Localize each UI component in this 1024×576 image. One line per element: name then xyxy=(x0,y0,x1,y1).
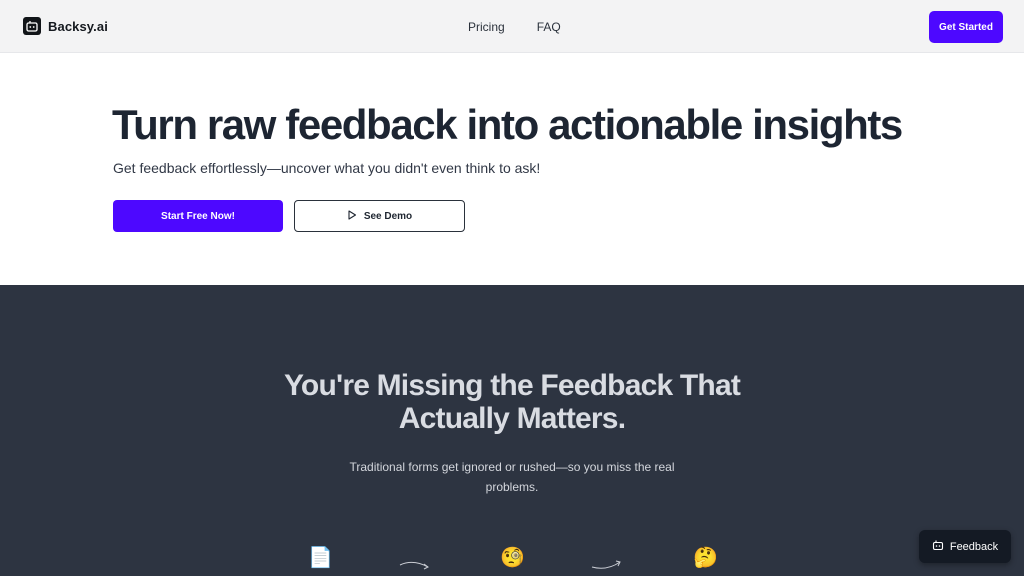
flow-illustration: 📄 🧐 🤔 xyxy=(0,546,1024,576)
problem-subtitle: Traditional forms get ignored or rushed—… xyxy=(332,457,692,497)
nav-link-faq[interactable]: FAQ xyxy=(537,20,561,34)
thinking-face-emoji: 🤔 xyxy=(693,545,718,569)
problem-section: You're Missing the Feedback That Actuall… xyxy=(0,285,1024,576)
hero-subtitle: Get feedback effortlessly—uncover what y… xyxy=(113,160,541,176)
problem-title-line1: You're Missing the Feedback That xyxy=(283,369,741,402)
play-icon xyxy=(347,209,357,223)
top-navbar: Backsy.ai Pricing FAQ Get Started xyxy=(0,0,1024,53)
get-started-button[interactable]: Get Started xyxy=(929,11,1003,43)
bot-logo-icon xyxy=(23,17,41,35)
problem-title: You're Missing the Feedback That Actuall… xyxy=(0,369,1024,435)
document-emoji: 📄 xyxy=(308,545,333,569)
see-demo-label: See Demo xyxy=(363,210,413,222)
brand[interactable]: Backsy.ai xyxy=(23,17,108,35)
main-nav: Pricing FAQ xyxy=(468,20,561,34)
problem-subtitle-line2: problems. xyxy=(485,480,539,494)
brand-name: Backsy.ai xyxy=(48,18,108,34)
feedback-widget-button[interactable]: Feedback xyxy=(919,530,1011,563)
problem-subtitle-line1: Traditional forms get ignored or rushed—… xyxy=(349,460,675,474)
curved-arrow-icon xyxy=(399,558,431,576)
see-demo-button[interactable]: See Demo xyxy=(294,200,465,232)
hero-title: Turn raw feedback into actionable insigh… xyxy=(112,101,903,148)
monocle-face-emoji: 🧐 xyxy=(500,545,525,569)
feedback-label: Feedback xyxy=(949,540,999,553)
curved-arrow-icon xyxy=(591,558,623,576)
start-free-button[interactable]: Start Free Now! xyxy=(113,200,283,232)
problem-title-line2: Actually Matters. xyxy=(398,402,626,435)
bot-icon xyxy=(932,539,944,554)
nav-link-pricing[interactable]: Pricing xyxy=(468,20,505,34)
